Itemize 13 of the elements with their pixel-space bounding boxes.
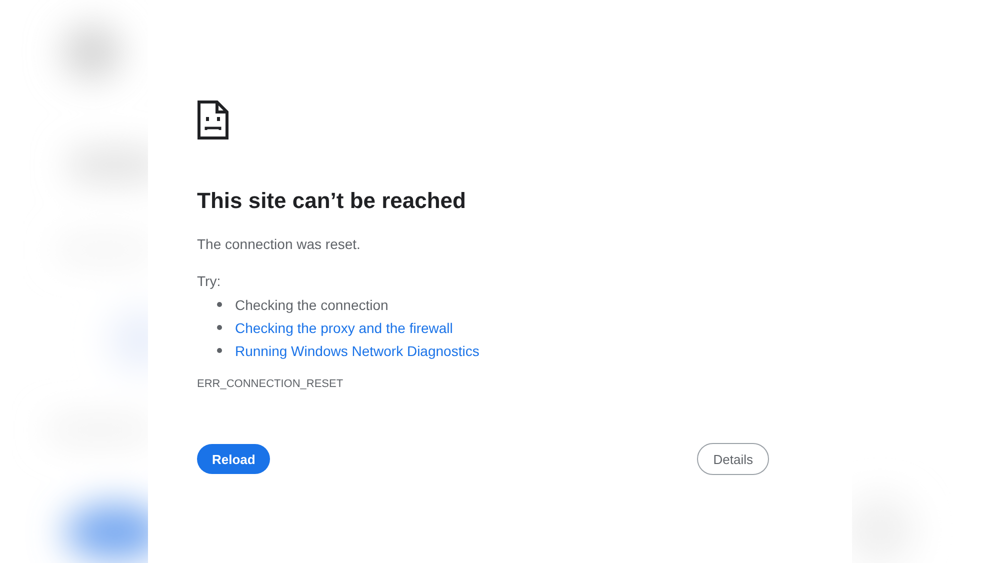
error-code: ERR_CONNECTION_RESET [197,378,344,390]
try-label: Try: [197,272,222,291]
bullet-icon [217,348,222,353]
bullet-icon [217,325,222,330]
suggestion-link[interactable]: Checking the proxy and the firewall [235,320,453,336]
error-title: This site can’t be reached [197,187,467,215]
details-button[interactable]: Details [697,443,769,475]
sad-page-icon [197,100,229,140]
bullet-icon [217,302,222,307]
reload-button[interactable]: Reload [197,444,270,474]
error-message: The connection was reset. [197,235,362,254]
suggestion-link[interactable]: Running Windows Network Diagnostics [235,342,480,358]
suggestion-text: Checking the connection [235,296,388,312]
